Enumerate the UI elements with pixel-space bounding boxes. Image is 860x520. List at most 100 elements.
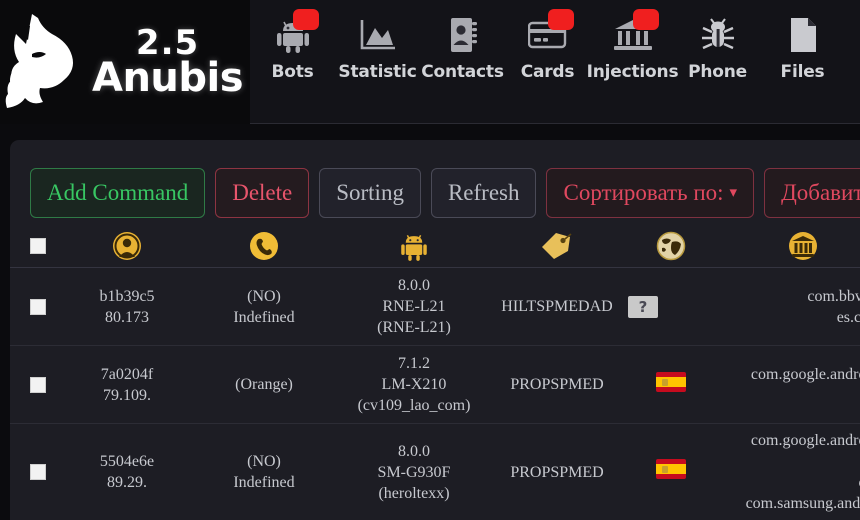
cell-apps: com.google.android.a GP com. com.samsung… bbox=[716, 424, 860, 520]
brand-name: Anubis bbox=[92, 55, 244, 101]
refresh-button[interactable]: Refresh bbox=[430, 168, 537, 218]
row-select[interactable] bbox=[10, 298, 66, 315]
cell-bot-id: 5504e6e 89.29. bbox=[66, 445, 188, 499]
cell-country: ? bbox=[626, 290, 716, 324]
app-package: com. bbox=[718, 472, 860, 493]
cell-device: 7.1.2 LM-X210 (cv109_lao_com) bbox=[340, 347, 488, 422]
nav-label-phone: Phone bbox=[688, 62, 747, 82]
app-package: com.google.android.a bbox=[750, 432, 860, 449]
app-package: com.bbva.bb bbox=[807, 287, 860, 305]
flag-unknown-icon: ? bbox=[628, 295, 658, 318]
user-avatar-icon bbox=[113, 231, 141, 260]
cell-tag: PROPSPMED bbox=[510, 463, 604, 481]
device-model: SM-G930F bbox=[377, 463, 451, 481]
nav-badge-cards bbox=[547, 9, 574, 30]
bot-ip: 80.173 bbox=[105, 308, 149, 326]
row-select[interactable] bbox=[10, 376, 66, 393]
app-package: com.google.android.a bbox=[750, 365, 860, 383]
header-tag[interactable] bbox=[488, 231, 626, 261]
nav-badge-bots bbox=[292, 9, 319, 30]
cell-tag: HILTSPMEDAD bbox=[501, 298, 613, 315]
device-codename: (RNE-L21) bbox=[377, 319, 451, 336]
nav-icon-cards bbox=[523, 9, 574, 58]
app-package: es.cm.ar bbox=[836, 308, 860, 326]
bot-ip: 79.109. bbox=[103, 386, 151, 404]
header-apps[interactable] bbox=[716, 231, 860, 261]
address-book-icon bbox=[450, 18, 477, 52]
nav-item-bots[interactable]: Bots bbox=[250, 9, 335, 82]
cell-tag: PROPSPMED bbox=[510, 376, 604, 393]
bot-id: 5504e6e bbox=[99, 453, 155, 470]
nav-icon-phone bbox=[693, 12, 743, 58]
bug-icon bbox=[701, 18, 734, 50]
flag-spain-icon bbox=[656, 459, 686, 479]
header-geo[interactable] bbox=[626, 231, 716, 261]
nav-label-cards: Cards bbox=[520, 62, 575, 82]
header-user[interactable] bbox=[66, 231, 188, 261]
nav-item-files[interactable]: Files bbox=[760, 12, 845, 82]
device-model: RNE-L21 bbox=[382, 298, 446, 315]
operator-status: Indefined bbox=[233, 474, 295, 491]
nav-badge-injections bbox=[632, 9, 659, 30]
cell-operator: (NO) Indefined bbox=[188, 280, 340, 334]
bot-id: b1b39c5 bbox=[99, 287, 155, 305]
nav-item-injections[interactable]: Injections bbox=[587, 9, 679, 82]
bot-id: 7a0204f bbox=[100, 365, 154, 383]
file-document-icon bbox=[790, 18, 816, 52]
header-device[interactable] bbox=[340, 231, 488, 261]
delete-button[interactable]: Delete bbox=[215, 168, 310, 218]
brand-logo-area: 2.5 Anubis bbox=[0, 0, 250, 124]
android-robot-icon bbox=[401, 234, 427, 261]
cell-apps: com.bbva.bb es.cm.ar bbox=[716, 280, 860, 334]
row-checkbox[interactable] bbox=[30, 464, 46, 480]
row-checkbox[interactable] bbox=[30, 376, 46, 393]
cell-operator: (NO) Indefined bbox=[188, 445, 340, 499]
header-operator[interactable] bbox=[188, 231, 340, 261]
app-package: com.samsung.android. bbox=[745, 495, 860, 512]
anubis-jackal-head-icon bbox=[5, 14, 73, 108]
nav-icon-contacts bbox=[438, 12, 488, 58]
cell-device: 8.0.0 SM-G930F (heroltexx) bbox=[340, 435, 488, 510]
globe-icon bbox=[656, 231, 686, 260]
app-package: GP bbox=[718, 385, 860, 406]
bot-ip: 89.29. bbox=[107, 474, 147, 491]
checkbox-select-all[interactable] bbox=[30, 237, 46, 254]
row-select[interactable] bbox=[10, 464, 66, 480]
nav-label-bots: Bots bbox=[271, 62, 314, 82]
nav-label-files: Files bbox=[780, 62, 825, 82]
header-select-all[interactable] bbox=[10, 237, 66, 254]
phone-circle-icon bbox=[250, 231, 278, 260]
table-row[interactable]: b1b39c5 80.173 (NO) Indefined 8.0.0 RNE-… bbox=[10, 268, 860, 346]
bank-columns-icon bbox=[789, 231, 817, 260]
table-header-row bbox=[10, 224, 860, 268]
cell-apps: com.google.android.a GP bbox=[716, 358, 860, 412]
top-navigation-bar: 2.5 Anubis Bots Statistic Contacts Cards… bbox=[0, 0, 860, 124]
brand-text: 2.5 Anubis bbox=[92, 26, 244, 101]
cell-device: 8.0.0 RNE-L21 (RNE-L21) bbox=[340, 269, 488, 344]
sort-by-dropdown[interactable]: Сортировать по: ▾ bbox=[546, 168, 755, 218]
nav-item-statistic[interactable]: Statistic bbox=[335, 12, 420, 82]
nav-label-contacts: Contacts bbox=[421, 62, 504, 82]
android-version: 7.1.2 bbox=[398, 355, 430, 372]
android-version: 8.0.0 bbox=[398, 442, 430, 460]
tag-label-icon bbox=[542, 232, 572, 259]
device-model: LM-X210 bbox=[381, 376, 447, 393]
table-row[interactable]: 5504e6e 89.29. (NO) Indefined 8.0.0 SM-G… bbox=[10, 424, 860, 520]
cell-country bbox=[626, 453, 716, 491]
add-label: Добавить bbox=[781, 180, 860, 205]
cell-bot-id: 7a0204f 79.109. bbox=[66, 358, 188, 412]
nav-item-contacts[interactable]: Contacts bbox=[420, 12, 505, 82]
add-dropdown[interactable]: Добавить▾ bbox=[764, 168, 860, 218]
nav-icon-statistic bbox=[353, 12, 403, 58]
nav-item-phone[interactable]: Phone bbox=[675, 12, 760, 82]
chart-area-icon bbox=[360, 20, 395, 50]
nav-items: Bots Statistic Contacts Cards Injections… bbox=[250, 0, 860, 124]
device-codename: (cv109_lao_com) bbox=[357, 397, 471, 414]
table-row[interactable]: 7a0204f 79.109. (Orange) 7.1.2 LM-X210 (… bbox=[10, 346, 860, 424]
add-command-button[interactable]: Add Command bbox=[30, 168, 206, 218]
sorting-button[interactable]: Sorting bbox=[319, 168, 421, 218]
operator-name: (NO) bbox=[247, 287, 281, 305]
nav-item-cards[interactable]: Cards bbox=[505, 9, 590, 82]
row-checkbox[interactable] bbox=[30, 298, 46, 315]
android-version: 8.0.0 bbox=[398, 277, 430, 294]
